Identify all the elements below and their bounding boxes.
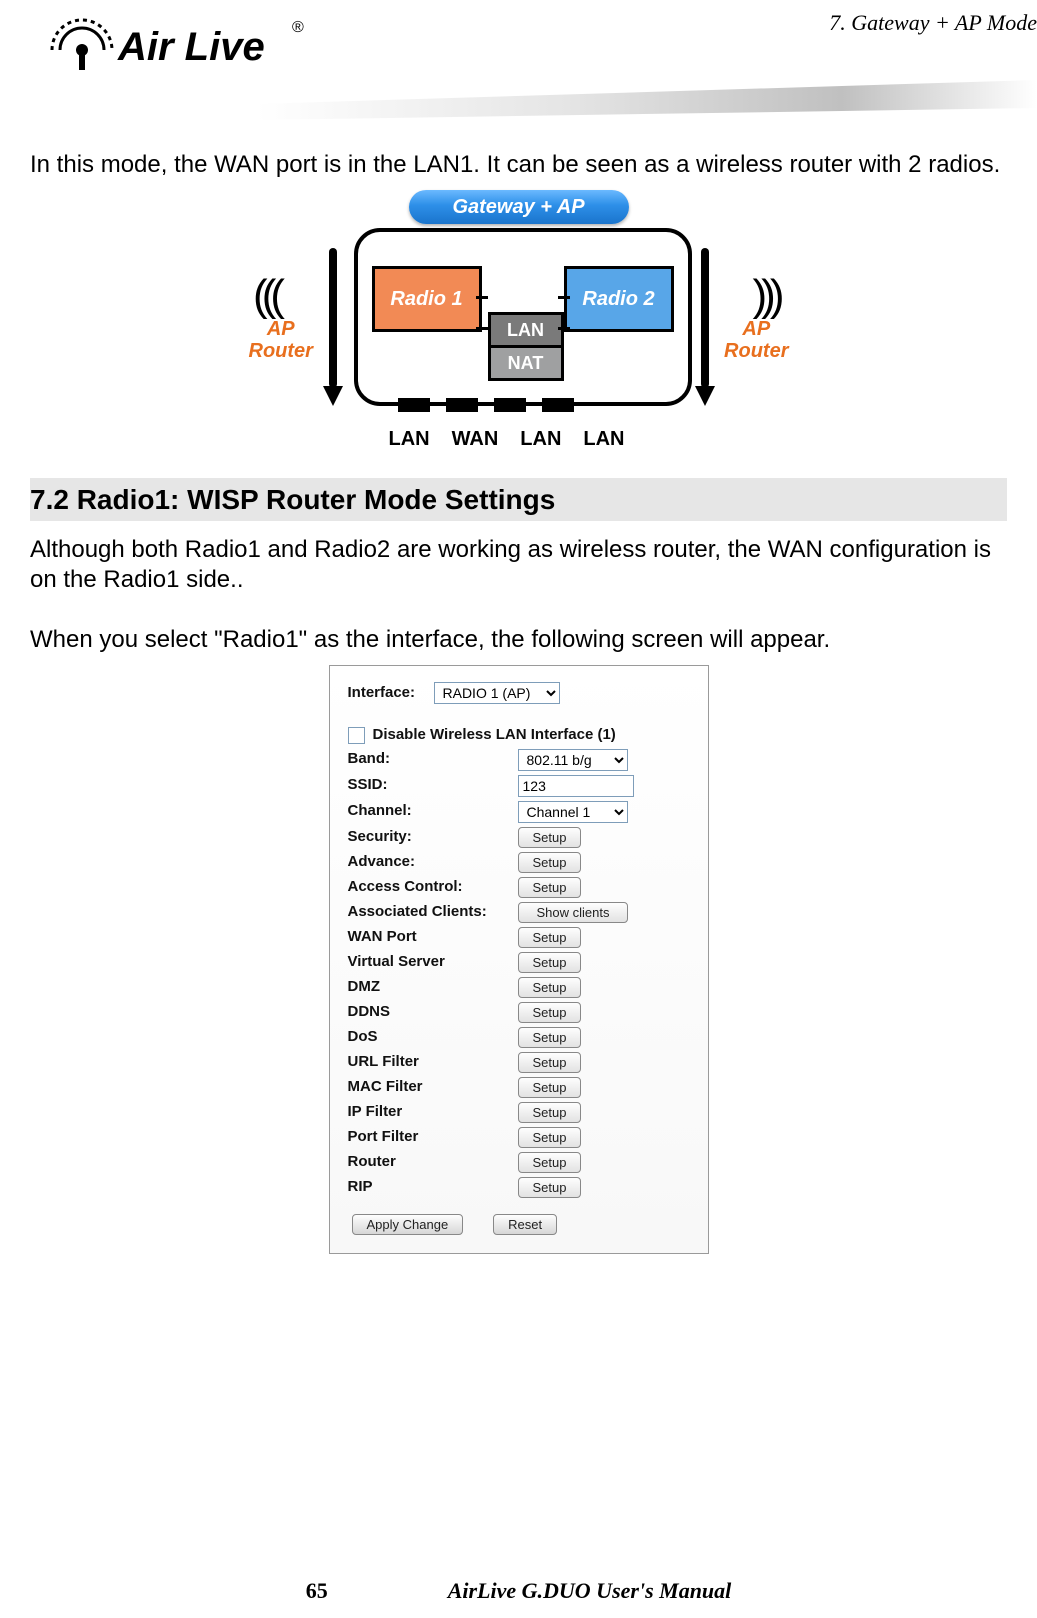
advance-label: Advance:	[348, 853, 518, 872]
port-labels: LAN WAN LAN LAN	[389, 427, 625, 452]
antenna-right	[701, 248, 709, 388]
port-label: Port Filter	[348, 1128, 518, 1147]
ssid-input[interactable]	[518, 775, 634, 797]
chapter-label: 7. Gateway + AP Mode	[829, 10, 1037, 36]
url-setup-button[interactable]: Setup	[518, 1052, 582, 1073]
port-setup-button[interactable]: Setup	[518, 1127, 582, 1148]
channel-select[interactable]: Channel 1	[518, 801, 628, 823]
dmz-setup-button[interactable]: Setup	[518, 977, 582, 998]
ddns-label: DDNS	[348, 1003, 518, 1022]
rip-setup-button[interactable]: Setup	[518, 1177, 582, 1198]
diagram-pill: Gateway + AP	[409, 190, 629, 224]
radio2-block: Radio 2	[564, 266, 674, 332]
advance-setup-button[interactable]: Setup	[518, 852, 582, 873]
wan-label: WAN Port	[348, 928, 518, 947]
reset-button[interactable]: Reset	[493, 1214, 557, 1235]
port-icon	[446, 398, 478, 412]
section-para2: When you select "Radio1" as the interfac…	[30, 625, 1007, 655]
port-icon	[398, 398, 430, 412]
wan-setup-button[interactable]: Setup	[518, 927, 582, 948]
mac-setup-button[interactable]: Setup	[518, 1077, 582, 1098]
interface-select[interactable]: RADIO 1 (AP)	[434, 682, 560, 704]
band-label: Band:	[348, 750, 518, 769]
security-label: Security:	[348, 828, 518, 847]
vserver-label: Virtual Server	[348, 953, 518, 972]
assoc-label: Associated Clients:	[348, 903, 518, 922]
dos-label: DoS	[348, 1028, 518, 1047]
lan-block: LAN	[488, 312, 564, 348]
security-setup-button[interactable]: Setup	[518, 827, 582, 848]
ip-setup-button[interactable]: Setup	[518, 1102, 582, 1123]
signal-waves-icon: )))	[753, 268, 779, 323]
access-label: Access Control:	[348, 878, 518, 897]
page-number: 65	[306, 1578, 328, 1604]
side-label-left: APRouter	[249, 318, 313, 362]
router-setup-button[interactable]: Setup	[518, 1152, 582, 1173]
interface-label: Interface:	[348, 684, 434, 703]
access-setup-button[interactable]: Setup	[518, 877, 582, 898]
svg-text:®: ®	[292, 19, 304, 36]
intro-paragraph: In this mode, the WAN port is in the LAN…	[30, 150, 1007, 180]
dmz-label: DMZ	[348, 978, 518, 997]
section-heading: 7.2 Radio1: WISP Router Mode Settings	[30, 478, 1007, 521]
side-label-right: APRouter	[724, 318, 788, 362]
device-box: Radio 1 Radio 2 LAN NAT	[354, 228, 692, 406]
section-para1: Although both Radio1 and Radio2 are work…	[30, 535, 1007, 595]
port-icon	[494, 398, 526, 412]
mac-label: MAC Filter	[348, 1078, 518, 1097]
antenna-left	[329, 248, 337, 388]
radio1-block: Radio 1	[372, 266, 482, 332]
ip-label: IP Filter	[348, 1103, 518, 1122]
apply-button[interactable]: Apply Change	[352, 1214, 464, 1235]
dos-setup-button[interactable]: Setup	[518, 1027, 582, 1048]
settings-screenshot: Interface: RADIO 1 (AP) Disable Wireless…	[329, 665, 709, 1254]
svg-text:Air Live: Air Live	[117, 25, 265, 69]
disable-label: Disable Wireless LAN Interface (1)	[373, 726, 616, 745]
port-icon	[542, 398, 574, 412]
ssid-label: SSID:	[348, 776, 518, 795]
rip-label: RIP	[348, 1178, 518, 1197]
url-label: URL Filter	[348, 1053, 518, 1072]
signal-waves-icon: )))	[259, 268, 285, 323]
disable-checkbox[interactable]	[348, 727, 365, 744]
channel-label: Channel:	[348, 802, 518, 821]
router-label: Router	[348, 1153, 518, 1172]
nat-block: NAT	[488, 345, 564, 381]
mode-diagram: Gateway + AP ))) ))) APRouter APRouter R…	[249, 190, 789, 448]
vserver-setup-button[interactable]: Setup	[518, 952, 582, 973]
show-clients-button[interactable]: Show clients	[518, 902, 629, 923]
manual-title: AirLive G.DUO User's Manual	[448, 1578, 732, 1604]
ddns-setup-button[interactable]: Setup	[518, 1002, 582, 1023]
band-select[interactable]: 802.11 b/g	[518, 749, 628, 771]
